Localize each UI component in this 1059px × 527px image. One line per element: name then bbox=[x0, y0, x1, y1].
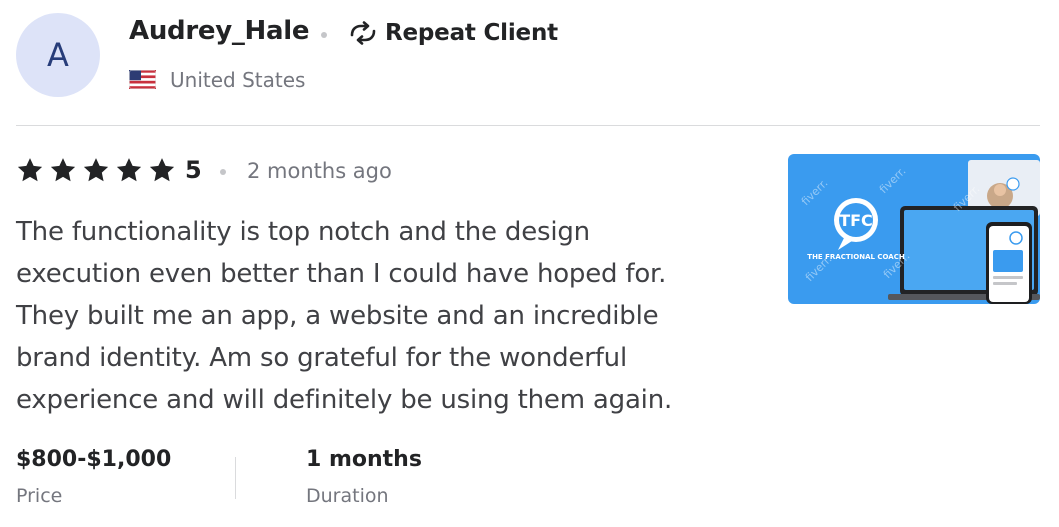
review-time: 2 months ago bbox=[247, 159, 392, 183]
star-icon bbox=[116, 158, 142, 182]
star-icon bbox=[83, 158, 109, 182]
star-icon bbox=[50, 158, 76, 182]
rating-value: 5 bbox=[185, 156, 202, 184]
thumbnail-logo: TFC bbox=[839, 211, 873, 230]
reviewer-username[interactable]: Audrey_Hale bbox=[129, 16, 310, 46]
repeat-client-badge: Repeat Client bbox=[349, 18, 558, 48]
price-label: Price bbox=[16, 485, 63, 507]
us-flag-icon bbox=[129, 70, 156, 89]
review-text: The functionality is top notch and the d… bbox=[16, 217, 673, 415]
portfolio-thumbnail[interactable]: TFC THE FRACTIONAL COACH fiverr. fiverr.… bbox=[788, 154, 1040, 304]
reviewer-avatar[interactable]: A bbox=[16, 13, 100, 97]
repeat-client-label: Repeat Client bbox=[385, 20, 558, 46]
star-rating: 5 bbox=[16, 156, 202, 184]
order-info-divider bbox=[235, 457, 236, 499]
star-icon bbox=[17, 158, 43, 182]
separator-dot bbox=[321, 32, 327, 38]
header-divider bbox=[16, 125, 1040, 126]
price-value: $800-$1,000 bbox=[16, 447, 172, 472]
separator-dot bbox=[220, 169, 226, 175]
reviewer-country: United States bbox=[170, 68, 306, 92]
repeat-icon bbox=[350, 21, 376, 45]
duration-label: Duration bbox=[306, 485, 389, 507]
star-icon bbox=[149, 158, 175, 182]
portfolio-image: TFC THE FRACTIONAL COACH fiverr. fiverr.… bbox=[788, 154, 1040, 304]
duration-value: 1 months bbox=[306, 447, 422, 472]
